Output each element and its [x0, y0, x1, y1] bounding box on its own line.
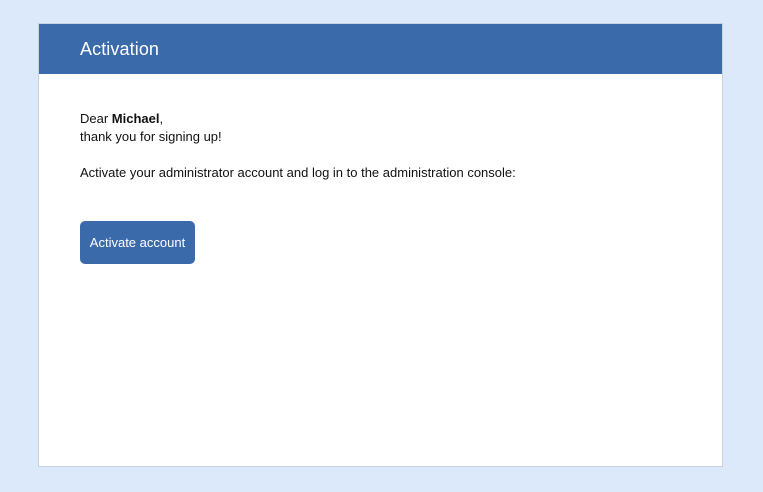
salutation-punctuation: , [159, 111, 164, 126]
activate-account-button[interactable]: Activate account [80, 221, 195, 264]
salutation-text: Dear [80, 111, 112, 126]
page-title: Activation [80, 38, 160, 59]
activation-card: Activation Dear Michael, thank you for s… [38, 23, 723, 467]
greeting-line: Dear Michael, [80, 110, 681, 128]
card-body: Dear Michael, thank you for signing up! … [39, 74, 722, 264]
instruction-text: Activate your administrator account and … [80, 165, 516, 180]
recipient-name: Michael [111, 111, 160, 126]
card-header: Activation [39, 24, 722, 74]
thank-you-text: thank you for signing up! [80, 129, 222, 144]
